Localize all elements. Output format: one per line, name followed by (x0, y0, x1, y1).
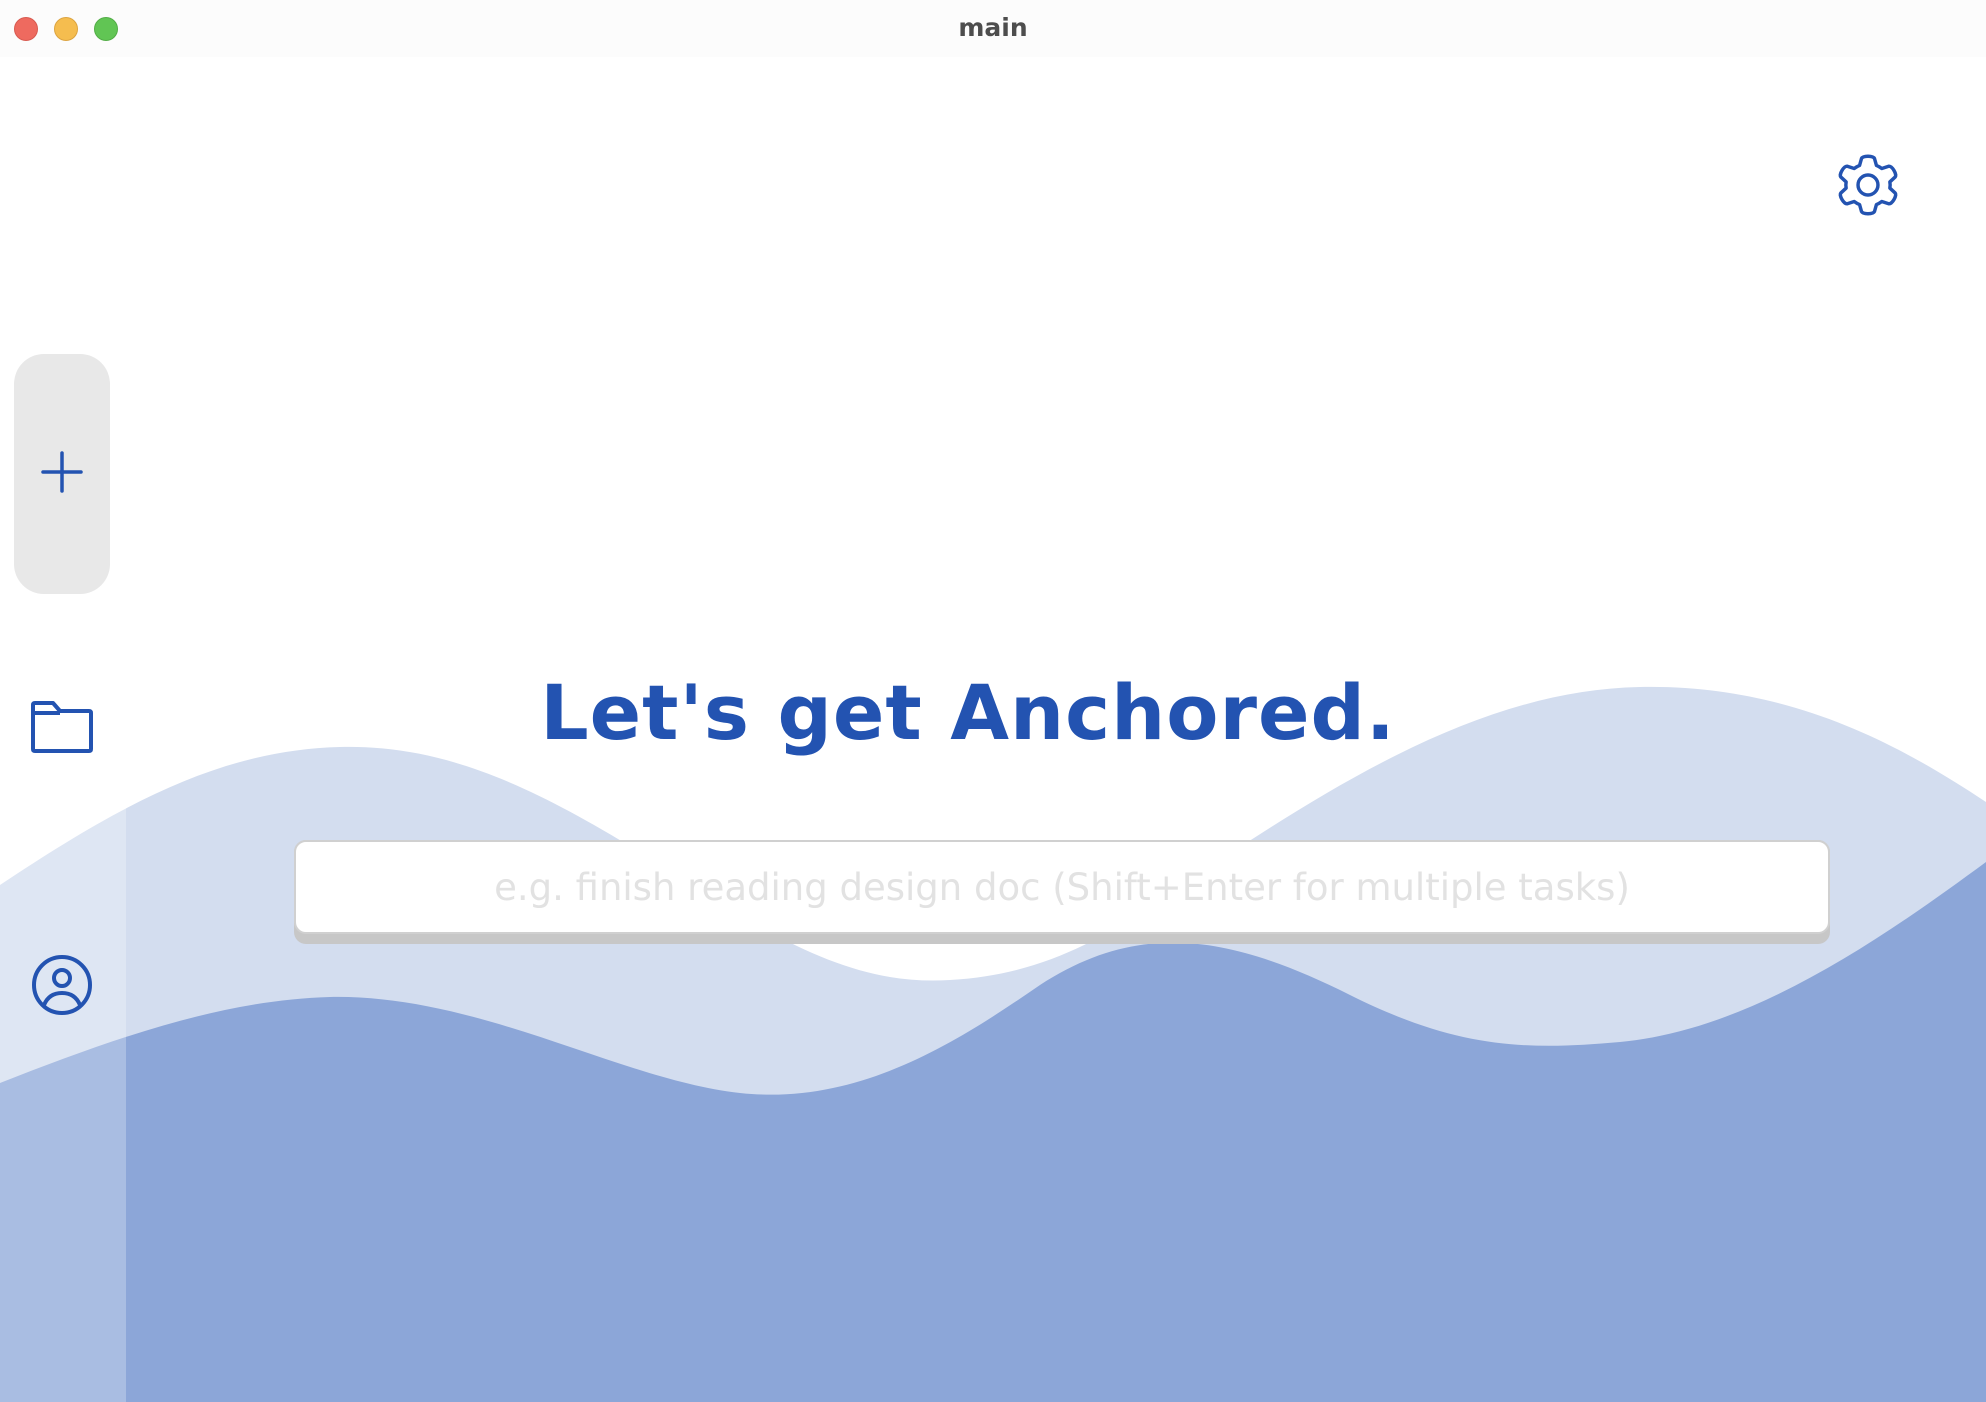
new-task-button[interactable] (14, 354, 110, 594)
title-bar: main (0, 0, 1986, 57)
gear-icon (1822, 139, 1914, 235)
settings-button[interactable] (1818, 140, 1918, 234)
page-headline: Let's get Anchored. (126, 668, 1986, 757)
window-title: main (958, 13, 1028, 42)
headline-text: Let's get Anchored. (540, 668, 1396, 757)
app-window: main Let's get Anchored. e.g. finish rea… (0, 0, 1986, 1402)
sidebar (0, 57, 126, 1402)
account-button[interactable] (26, 951, 98, 1023)
folder-icon (29, 699, 95, 757)
user-circle-icon (31, 954, 93, 1020)
task-input-container (294, 840, 1830, 944)
plus-icon (40, 450, 84, 498)
task-input[interactable] (294, 840, 1830, 934)
projects-button[interactable] (26, 692, 98, 764)
